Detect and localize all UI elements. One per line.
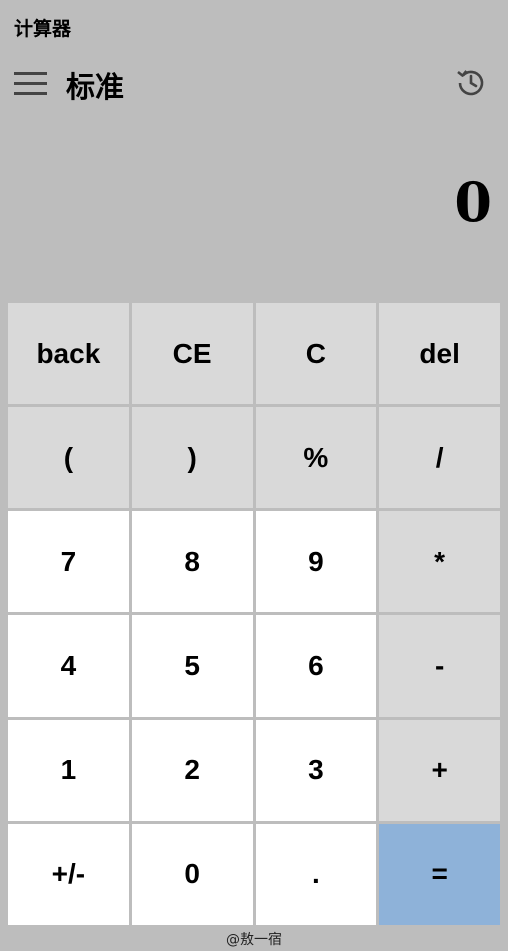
delete-button[interactable]: del	[379, 303, 500, 405]
author-credit: @敖一宿	[226, 932, 282, 948]
digit-9-button[interactable]: 9	[255, 511, 377, 613]
digit-6-button[interactable]: 6	[255, 615, 377, 717]
keypad: back CE Cdel ()%/ 7 8 9 * 4 5 6- 1 2 3 + +/- 0. =	[8, 303, 500, 925]
equals-button[interactable]: =	[379, 823, 500, 925]
digit-2-button[interactable]: 2	[131, 719, 253, 821]
digit-1-button[interactable]: 1	[8, 719, 129, 821]
digit-7-button[interactable]: 7	[8, 511, 129, 613]
result-display: 0	[454, 170, 492, 234]
percent-button[interactable]: %	[255, 407, 377, 509]
negate-button[interactable]: +/-	[8, 823, 129, 925]
digit-4-button[interactable]: 4	[8, 615, 129, 717]
digit-3-button[interactable]: 3	[255, 719, 377, 821]
digit-0-button[interactable]: 0	[131, 823, 253, 925]
digit-5-button[interactable]: 5	[131, 615, 253, 717]
close-paren-button[interactable]: )	[131, 407, 253, 509]
decimal-button[interactable]: .	[255, 823, 377, 925]
history-icon[interactable]	[452, 64, 490, 102]
back-button[interactable]: back	[8, 303, 129, 405]
subtract-button[interactable]: -	[379, 615, 500, 717]
clear-button[interactable]: C	[255, 303, 377, 405]
clear-entry-button[interactable]: CE	[131, 303, 253, 405]
hamburger-menu-icon[interactable]	[14, 72, 47, 96]
add-button[interactable]: +	[379, 719, 500, 821]
mode-title: 标准	[66, 70, 125, 104]
multiply-button[interactable]: *	[379, 511, 500, 613]
open-paren-button[interactable]: (	[8, 407, 129, 509]
app-title: 计算器	[14, 18, 72, 40]
divide-button[interactable]: /	[379, 407, 500, 509]
digit-8-button[interactable]: 8	[131, 511, 253, 613]
